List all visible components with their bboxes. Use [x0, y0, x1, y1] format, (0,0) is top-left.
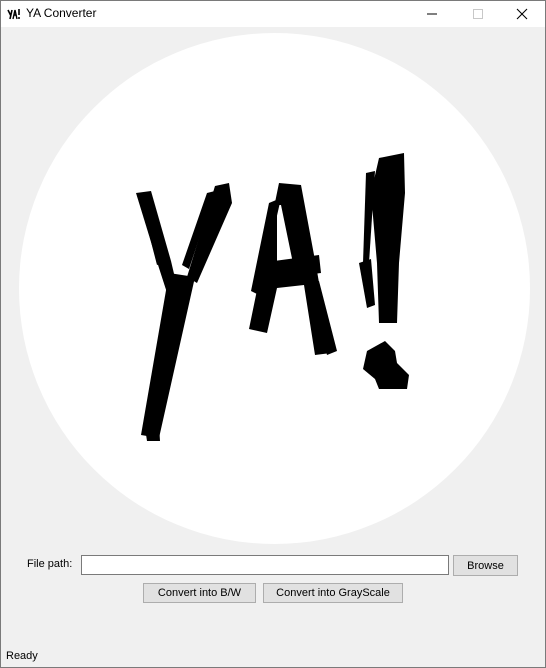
minimize-icon [427, 13, 437, 15]
maximize-button[interactable] [455, 1, 501, 27]
window-title: YA Converter [26, 6, 97, 20]
ya-logo-graphic [136, 153, 409, 441]
logo-image [19, 33, 530, 544]
file-path-input[interactable] [81, 555, 449, 575]
app-window: YA Converter File path: Browse Convert i… [0, 0, 546, 668]
file-path-label: File path: [27, 558, 73, 570]
maximize-icon [473, 9, 483, 19]
close-icon [516, 8, 528, 20]
ya-logo-icon [7, 7, 21, 21]
status-text: Ready [6, 650, 38, 662]
title-bar[interactable]: YA Converter [1, 1, 545, 27]
minimize-button[interactable] [409, 1, 455, 27]
convert-bw-button[interactable]: Convert into B/W [143, 583, 256, 603]
close-button[interactable] [499, 1, 545, 27]
browse-button[interactable]: Browse [453, 555, 518, 576]
convert-grayscale-button[interactable]: Convert into GrayScale [263, 583, 403, 603]
